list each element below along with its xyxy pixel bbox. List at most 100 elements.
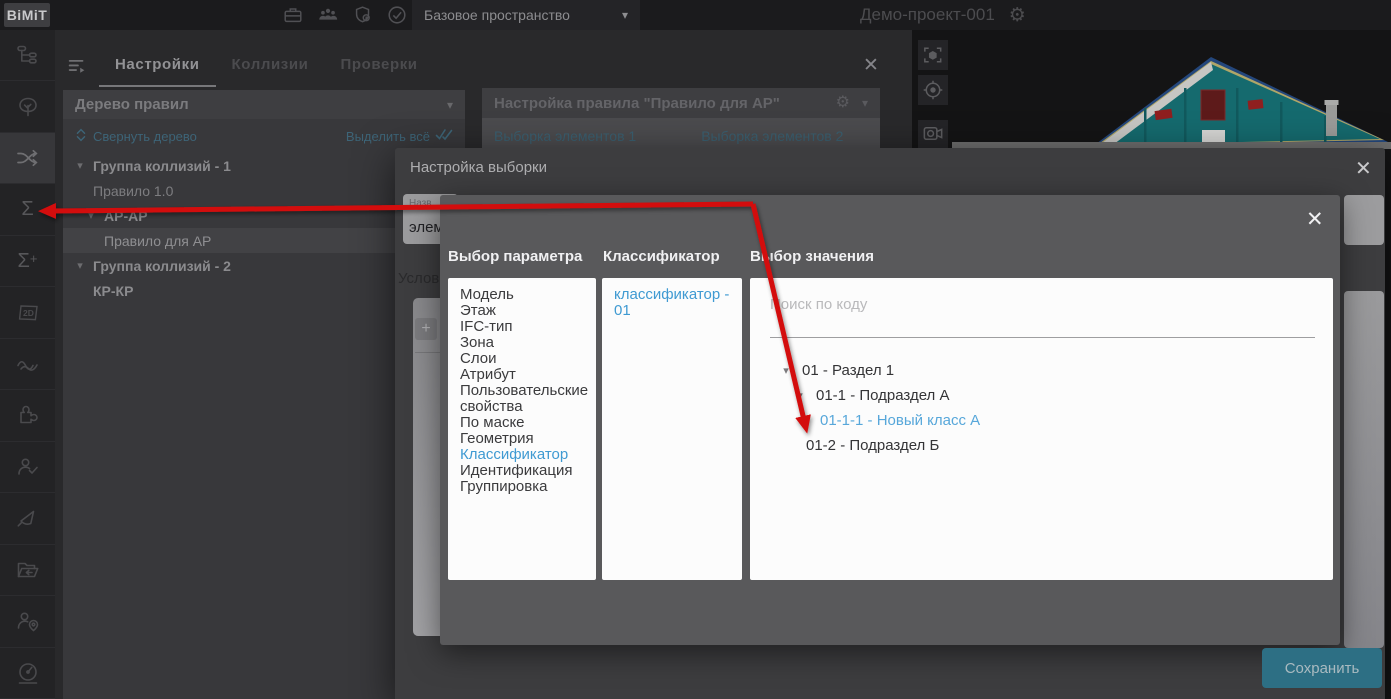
model-structure-icon <box>15 42 41 68</box>
summary-add-icon: Σ+ <box>18 250 38 273</box>
value-tree-item[interactable]: ▾ 01 - Раздел 1 <box>770 358 1313 383</box>
sidebar-item-user-approve[interactable] <box>0 442 55 493</box>
parameter-item[interactable]: Геометрия <box>460 431 592 447</box>
tab[interactable]: Настройки <box>99 52 216 87</box>
parameter-item[interactable]: Слои <box>460 351 592 367</box>
bimit-logo: BiMiT <box>4 3 50 27</box>
sidebar-item-2d[interactable]: 2D <box>0 287 55 338</box>
value-tree-label: 01-1-1 - Новый класс А <box>820 412 980 429</box>
value-tree-item[interactable]: ▾ 01-1-1 - Новый класс А <box>770 408 1313 433</box>
close-icon[interactable]: ✕ <box>863 54 879 77</box>
selection-settings-modal: Настройка выборки ✕ Назв элем Услов + Со… <box>395 148 1385 699</box>
value-tree-label: 01 - Раздел 1 <box>802 362 894 379</box>
collision-shuffle-icon <box>14 145 41 171</box>
parameter-item[interactable]: Группировка <box>460 479 592 495</box>
tree-item-label: Группа коллизий - 1 <box>93 158 231 174</box>
select-all-link[interactable]: Выделить всё <box>346 129 430 144</box>
briefcase-icon[interactable] <box>282 4 304 26</box>
caret-down-icon[interactable]: ▾ <box>84 209 98 222</box>
parameter-item[interactable]: Пользовательские свойства <box>460 383 592 415</box>
caret-down-icon[interactable]: ▾ <box>862 96 868 110</box>
tree-item-label: КР-КР <box>93 283 133 299</box>
plugins-puzzle-icon <box>15 402 41 428</box>
gear-icon[interactable]: ⚙ <box>1009 6 1026 25</box>
menu-collapse-icon[interactable] <box>66 54 88 81</box>
search-input[interactable] <box>770 294 1315 338</box>
sidebar-item-construction[interactable] <box>0 493 55 544</box>
topbar: BiMiT Базовое простра <box>0 0 1391 30</box>
value-tree-item[interactable]: ▾ 01-1 - Подраздел А <box>770 383 1313 408</box>
value-tree-item[interactable]: ▾ 01-2 - Подраздел Б <box>770 433 1313 458</box>
shield-badge-icon[interactable] <box>352 4 374 26</box>
check-circle-icon[interactable] <box>386 4 408 26</box>
team-icon[interactable] <box>316 4 340 26</box>
caret-down-icon[interactable]: ▾ <box>73 259 87 272</box>
parameter-list: МодельЭтажIFC-типЗонаСлоиАтрибутПользова… <box>448 278 596 580</box>
sidebar-item-collisions[interactable] <box>0 133 55 184</box>
topbar-toolbar <box>282 0 408 30</box>
target-button[interactable] <box>918 75 948 105</box>
caret-down-icon[interactable]: ▾ <box>778 364 794 377</box>
sidebar-item-summary-add[interactable]: Σ+ <box>0 236 55 287</box>
caret-down-icon[interactable]: ▾ <box>792 389 808 402</box>
parameter-item[interactable]: IFC-тип <box>460 319 592 335</box>
workspace-selector[interactable]: Базовое пространство ▾ <box>412 0 640 30</box>
building-model <box>1040 40 1391 150</box>
value-tree-label: 01-1 - Подраздел А <box>816 387 949 404</box>
close-icon[interactable]: ✕ <box>1355 156 1372 181</box>
tree-item-label: АР-АР <box>104 208 148 224</box>
value-picker-dialog: ✕ Выбор параметра Классификатор Выбор зн… <box>440 195 1340 645</box>
tree-item-label: Правило для АР <box>104 233 211 249</box>
divider <box>415 352 440 353</box>
focus-frame-button[interactable] <box>918 40 948 70</box>
parameter-column-header: Выбор параметра <box>448 248 582 265</box>
camera-button[interactable] <box>918 120 948 148</box>
project-header: Демо-проект-001 ⚙ <box>860 0 1026 30</box>
tab[interactable]: Проверки <box>324 52 433 87</box>
save-button[interactable]: Сохранить <box>1262 648 1382 688</box>
parameter-item[interactable]: Классификатор <box>460 447 592 463</box>
classifier-column-header: Классификатор <box>603 248 720 265</box>
parameter-item[interactable]: Атрибут <box>460 367 592 383</box>
double-check-icon <box>435 128 455 145</box>
settings-tabs: НастройкиКоллизииПроверки <box>99 52 434 87</box>
parameter-item[interactable]: Зона <box>460 335 592 351</box>
classifier-item[interactable]: классификатор - 01 <box>614 287 730 319</box>
environment-tree-icon <box>15 94 41 120</box>
sidebar-item-summary[interactable]: Σ <box>0 184 55 235</box>
close-icon[interactable]: ✕ <box>1306 207 1324 232</box>
sidebar-item-plugins[interactable] <box>0 390 55 441</box>
rules-tree-header[interactable]: Дерево правил ▾ <box>63 90 465 119</box>
add-condition-button[interactable]: + <box>415 318 437 340</box>
rule-settings-header[interactable]: Настройка правила "Правило для АР" ⚙ ▾ <box>482 88 880 118</box>
sidebar: Σ Σ+ 2D <box>0 30 55 699</box>
camera-icon <box>921 122 945 146</box>
right-field-fragment <box>1344 195 1384 245</box>
parameter-item[interactable]: Модель <box>460 287 592 303</box>
user-approve-icon <box>15 454 41 480</box>
dashboard-gauge-icon <box>15 660 41 686</box>
collapse-tree-icon[interactable] <box>75 127 87 146</box>
collapse-tree-link[interactable]: Свернуть дерево <box>93 129 197 144</box>
value-column-header: Выбор значения <box>750 248 874 265</box>
rules-tree-title: Дерево правил <box>75 96 189 113</box>
parameter-item[interactable]: По маске <box>460 415 592 431</box>
summary-sigma-icon: Σ <box>21 198 33 221</box>
sidebar-item-user-location[interactable] <box>0 596 55 647</box>
sidebar-item-dashboard[interactable] <box>0 648 55 699</box>
tree-item-label: Правило 1.0 <box>93 183 173 199</box>
user-location-icon <box>15 608 41 634</box>
caret-down-icon[interactable]: ▾ <box>73 159 87 172</box>
trowel-icon <box>15 505 41 531</box>
sidebar-item-folder-import[interactable] <box>0 545 55 596</box>
tab[interactable]: Коллизии <box>216 52 325 87</box>
sidebar-item-graphs[interactable] <box>0 339 55 390</box>
gear-icon[interactable]: ⚙ <box>836 95 850 111</box>
modal-title: Настройка выборки <box>410 159 547 176</box>
plan-2d-icon: 2D <box>15 300 41 326</box>
parameter-item[interactable]: Идентификация <box>460 463 592 479</box>
parameter-item[interactable]: Этаж <box>460 303 592 319</box>
sidebar-item-environment[interactable] <box>0 81 55 132</box>
classifier-list: классификатор - 01 <box>602 278 742 580</box>
sidebar-item-model-structure[interactable] <box>0 30 55 81</box>
